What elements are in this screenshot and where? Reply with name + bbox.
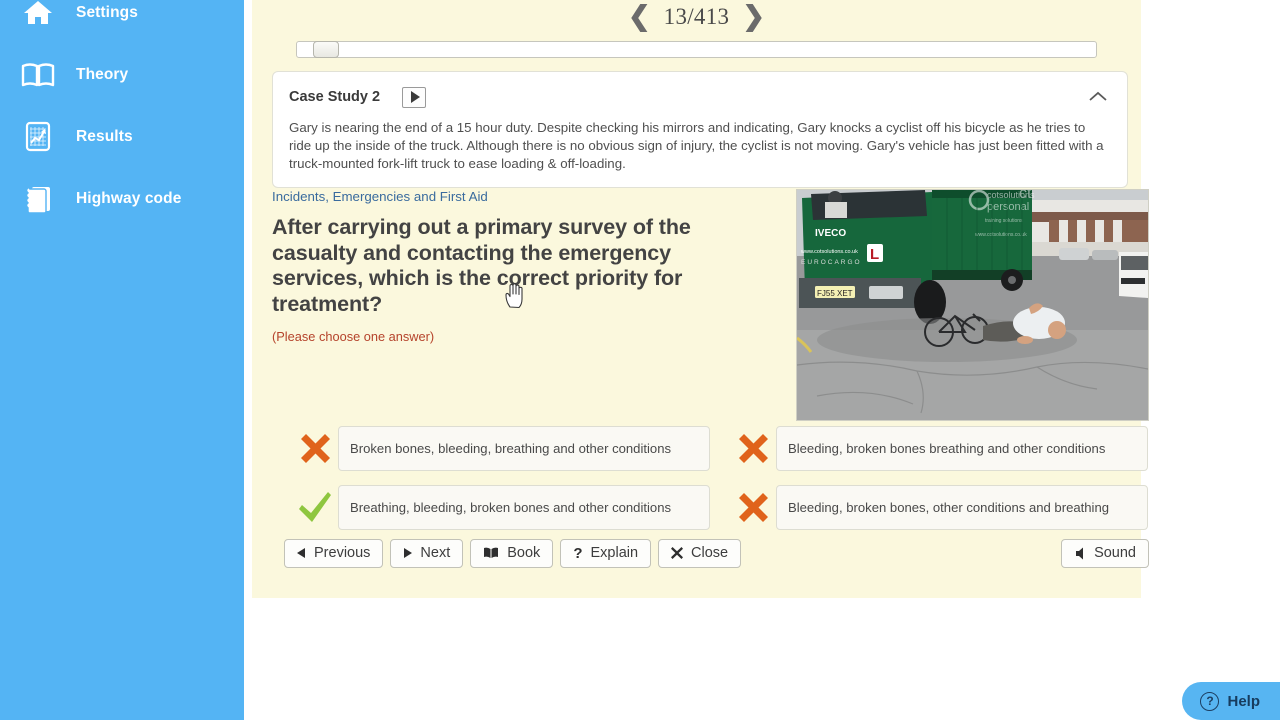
speaker-icon (1074, 547, 1086, 560)
sidebar-item-results-label: Results (76, 127, 133, 145)
play-icon[interactable] (402, 86, 427, 108)
svg-text:www.cotsolutions.co.uk: www.cotsolutions.co.uk (800, 249, 858, 255)
answer-option-b-text: Bleeding, broken bones breathing and oth… (776, 426, 1148, 471)
answer-options: Broken bones, bleeding, breathing and ot… (292, 426, 1148, 530)
cross-icon (292, 432, 338, 465)
sidebar: Settings Theory Results Highway code (0, 0, 244, 720)
question-counter: 13/413 (663, 3, 730, 29)
case-study-card: Case Study 2 Gary is nearing the end of … (272, 71, 1128, 188)
next-button[interactable]: Next (390, 538, 464, 568)
chevron-up-icon[interactable] (1085, 86, 1111, 108)
scrollbar-thumb[interactable] (313, 41, 339, 58)
explain-button-label: Explain (590, 545, 639, 561)
home-icon (18, 0, 58, 30)
answer-option-c[interactable]: Breathing, bleeding, broken bones and ot… (292, 485, 710, 530)
triangle-right-icon (403, 548, 413, 558)
question-toolbar: Previous Next Book ? Explain Close Sound (284, 537, 1149, 569)
next-button-label: Next (420, 545, 451, 561)
cross-icon (730, 432, 776, 465)
answer-option-b[interactable]: Bleeding, broken bones breathing and oth… (730, 426, 1148, 471)
svg-text:training solutions: training solutions (985, 218, 1023, 224)
svg-text:ct: ct (1019, 190, 1032, 202)
next-question-arrow[interactable]: ❯ (742, 3, 765, 30)
answer-option-d-text: Bleeding, broken bones, other conditions… (776, 485, 1148, 530)
cross-icon (730, 491, 776, 524)
notebook-icon (18, 182, 58, 216)
horizontal-scrollbar[interactable] (296, 41, 1097, 58)
sound-button[interactable]: Sound (1061, 538, 1149, 568)
question-circle-icon: ? (1200, 691, 1220, 711)
triangle-left-icon (297, 548, 306, 558)
previous-button-label: Previous (314, 545, 371, 561)
help-button[interactable]: ? Help (1182, 682, 1280, 720)
svg-text:EUROCARGO: EUROCARGO (801, 259, 862, 266)
answer-option-d[interactable]: Bleeding, broken bones, other conditions… (730, 485, 1148, 530)
previous-button[interactable]: Previous (284, 538, 384, 568)
sidebar-item-highway-code-label: Highway code (76, 189, 182, 207)
svg-text:L: L (870, 246, 879, 263)
question-text: After carrying out a primary survey of t… (272, 215, 691, 316)
question-area: Incidents, Emergencies and First Aid Aft… (272, 189, 1149, 568)
sidebar-item-results[interactable]: Results (0, 112, 244, 161)
book-icon (483, 547, 499, 559)
sound-button-label: Sound (1094, 545, 1136, 561)
svg-text:www.cotsolutions.co.uk: www.cotsolutions.co.uk (975, 232, 1027, 238)
quiz-content-panel: ❮ 13/413 ❯ Case Study 2 Gary is nearing … (252, 0, 1149, 598)
tick-icon (292, 491, 338, 525)
book-button-label: Book (507, 545, 541, 561)
sidebar-item-settings[interactable]: Settings (0, 0, 244, 37)
svg-text:IVECO: IVECO (815, 228, 846, 239)
case-study-body: Gary is nearing the end of a 15 hour dut… (289, 120, 1104, 171)
case-study-header: Case Study 2 (289, 84, 1111, 110)
question-mark-icon: ? (573, 544, 583, 562)
sidebar-item-theory-label: Theory (76, 65, 129, 83)
svg-text:personal: personal (987, 201, 1029, 213)
svg-text:FJ55 XET: FJ55 XET (817, 289, 853, 298)
help-button-label: Help (1227, 692, 1260, 710)
close-button-label: Close (691, 545, 729, 561)
answer-option-a[interactable]: Broken bones, bleeding, breathing and ot… (292, 426, 710, 471)
close-button[interactable]: Close (658, 538, 742, 568)
sidebar-item-settings-label: Settings (76, 3, 138, 21)
results-chart-icon (18, 120, 58, 154)
explain-button[interactable]: ? Explain (560, 538, 652, 568)
answer-option-c-text: Breathing, bleeding, broken bones and ot… (338, 485, 710, 530)
question-image: cotsolutions personal training solutions… (796, 189, 1149, 421)
book-open-icon (18, 58, 58, 92)
book-button[interactable]: Book (470, 538, 554, 568)
question-pager: ❮ 13/413 ❯ (252, 0, 1141, 33)
x-icon (671, 547, 684, 559)
sidebar-item-highway-code[interactable]: Highway code (0, 174, 244, 223)
case-study-title: Case Study 2 (289, 89, 381, 105)
answer-option-a-text: Broken bones, bleeding, breathing and ot… (338, 426, 710, 471)
app-root: Settings Theory Results Highway code ❮ 1… (0, 0, 1280, 720)
sidebar-item-theory[interactable]: Theory (0, 50, 244, 99)
previous-question-arrow[interactable]: ❮ (628, 3, 651, 30)
